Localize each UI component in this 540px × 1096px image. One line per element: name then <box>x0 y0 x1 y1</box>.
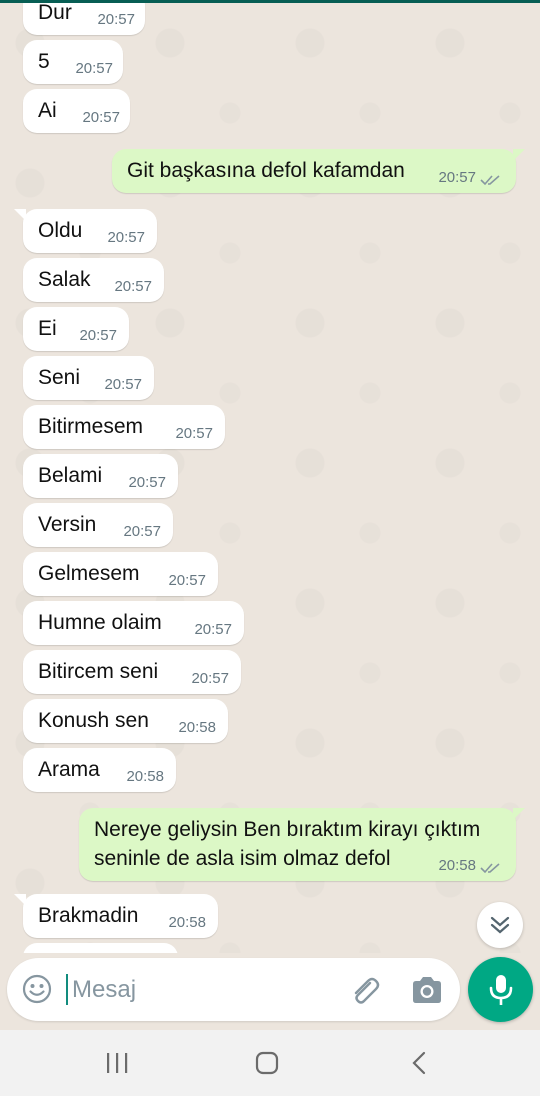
message-text: Dur <box>38 3 72 24</box>
message-incoming[interactable]: Versin 20:57 <box>23 503 173 547</box>
message-time: 20:57 <box>123 523 161 540</box>
message-time: 20:57 <box>79 327 117 344</box>
message-time: 20:57 <box>75 60 113 77</box>
message-incoming[interactable]: Seni 20:57 <box>23 356 154 400</box>
message-text: Bitirmesem <box>38 415 144 438</box>
text-cursor <box>66 974 68 1005</box>
message-composer <box>7 958 460 1021</box>
message-text: Humne olaim <box>38 611 162 634</box>
message-incoming[interactable]: Brakmadin 20:58 <box>14 894 218 938</box>
message-text-line1: Nereye geliysin Ben bıraktım kirayı çıkt… <box>94 818 481 841</box>
message-text: Belami <box>38 464 103 487</box>
message-time: 20:57 <box>107 229 145 246</box>
message-time: 20:57 <box>97 11 135 28</box>
double-check-read-icon <box>480 863 500 874</box>
camera-icon[interactable] <box>409 973 445 1007</box>
message-text: Arama <box>38 758 100 781</box>
message-text: Oldu <box>38 219 83 242</box>
emoji-icon[interactable] <box>21 973 53 1005</box>
message-text: Gelmesem <box>38 562 140 585</box>
message-incoming[interactable]: Humne olaim 20:57 <box>23 601 244 645</box>
message-text: Konush sen <box>38 709 149 732</box>
message-text: Seni <box>38 366 81 389</box>
double-check-read-icon <box>480 175 500 186</box>
chat-area[interactable]: Dur 20:57 5 20:57 Ai 20:57 Git başkasına… <box>0 3 540 953</box>
message-time: 20:57 <box>128 474 166 491</box>
message-time: 20:57 <box>104 376 142 393</box>
message-incoming[interactable]: Belami 20:57 <box>23 454 178 498</box>
message-incoming[interactable]: Gelmesem 20:57 <box>23 552 218 596</box>
message-text: Brakmadin <box>38 904 139 927</box>
message-text: Ai <box>38 99 57 122</box>
message-incoming[interactable]: Dur 20:57 <box>23 3 145 35</box>
paperclip-icon[interactable] <box>347 973 381 1007</box>
message-time: 20:58 <box>178 719 216 736</box>
message-text: Ei <box>38 317 57 340</box>
message-incoming[interactable]: Bitircem seni 20:57 <box>23 650 241 694</box>
message-incoming[interactable]: Oldu 20:57 <box>14 209 157 253</box>
mic-icon <box>489 974 512 1005</box>
message-incoming[interactable]: 5 20:57 <box>23 40 123 84</box>
double-chevron-down-icon <box>490 916 510 934</box>
scroll-to-bottom-button[interactable] <box>477 902 523 948</box>
bubble-tail <box>14 894 26 906</box>
message-time: 20:57 <box>114 278 152 295</box>
message-time: 20:57 <box>191 670 229 687</box>
message-incoming[interactable]: Arama 20:58 <box>23 748 176 792</box>
message-outgoing[interactable]: Git başkasına defol kafamdan 20:57 <box>112 149 525 193</box>
message-text: Versin <box>38 513 97 536</box>
recent-apps-icon[interactable] <box>104 1052 130 1074</box>
message-incoming[interactable]: Konush sen 20:58 <box>23 699 228 743</box>
message-incoming[interactable]: Ai 20:57 <box>23 89 130 133</box>
message-text: 5 <box>38 50 50 73</box>
message-text-line2: seninle de asla isim olmaz defol <box>94 847 391 870</box>
message-text: Bitircem seni <box>38 660 159 683</box>
bubble-tail <box>513 808 525 820</box>
message-text: Git başkasına defol kafamdan <box>127 159 405 182</box>
voice-message-button[interactable] <box>468 957 533 1022</box>
message-time: 20:57 <box>82 109 120 126</box>
bubble-tail <box>513 149 525 161</box>
message-time: 20:58 <box>126 768 164 785</box>
message-time: 20:57 <box>438 169 476 186</box>
message-incoming[interactable]: Ei 20:57 <box>23 307 129 351</box>
bubble-tail <box>14 209 26 221</box>
message-time: 20:58 <box>438 857 476 874</box>
message-incoming[interactable]: Salak 20:57 <box>23 258 164 302</box>
message-time: 20:57 <box>168 572 206 589</box>
message-text: Salak <box>38 268 91 291</box>
message-time: 20:58 <box>168 914 206 931</box>
message-incoming-partial[interactable] <box>23 943 178 953</box>
message-input[interactable] <box>70 970 334 1010</box>
home-icon[interactable] <box>255 1051 279 1075</box>
message-incoming[interactable]: Bitirmesem 20:57 <box>23 405 225 449</box>
message-time: 20:57 <box>194 621 232 638</box>
system-navigation-bar <box>0 1030 540 1096</box>
back-icon[interactable] <box>410 1051 428 1075</box>
message-outgoing[interactable]: Nereye geliysin Ben bıraktım kirayı çıkt… <box>79 808 525 881</box>
message-time: 20:57 <box>175 425 213 442</box>
